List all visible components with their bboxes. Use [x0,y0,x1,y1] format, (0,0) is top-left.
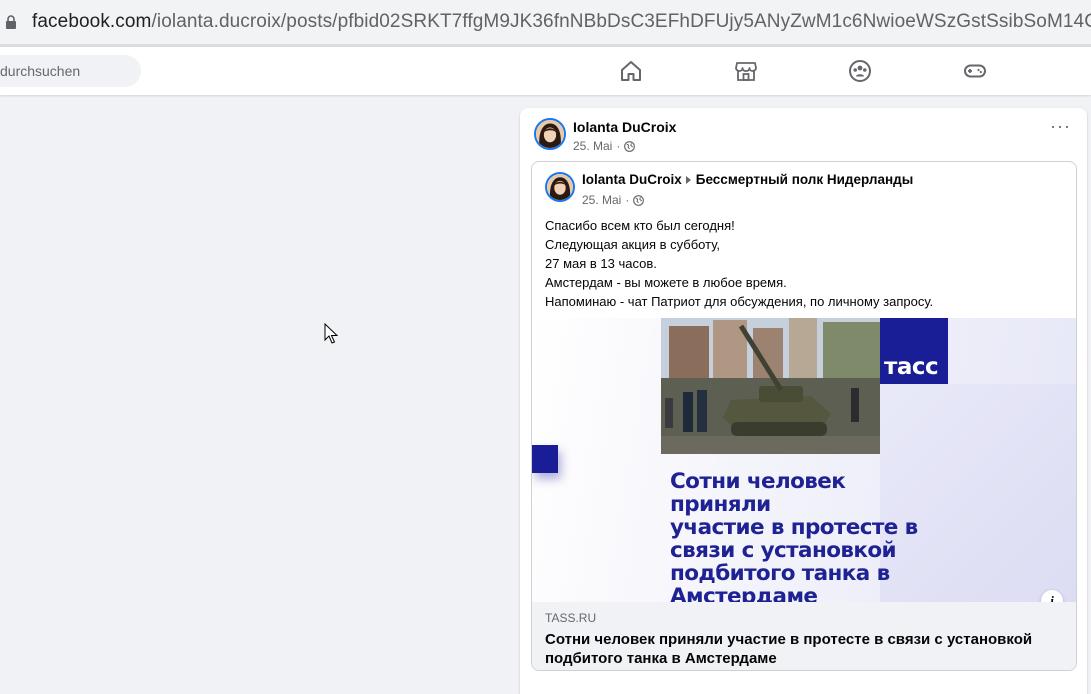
globe-icon [624,140,636,152]
post-meta: 25. Mai · [573,139,636,153]
link-title: Сотни человек приняли участие в протесте… [545,630,1065,668]
shared-author-line: Iolanta DuCroix Бессмертный полк Нидерлан… [582,172,913,187]
top-navigation: durchsuchen [0,47,1091,95]
shared-date[interactable]: 25. Mai [582,193,621,207]
link-preview-image[interactable]: тасс Сотни человек приняли участие в про… [532,318,1076,602]
post-date[interactable]: 25. Mai [573,139,612,153]
browser-address-bar[interactable]: facebook.com/iolanta.ducroix/posts/pfbid… [0,0,1091,44]
post-text-line: Амстердам - вы можете в любое время. [545,275,787,290]
link-domain: TASS.RU [545,611,597,625]
post-text-line: Спасибо всем кто был сегодня! [545,218,735,233]
post-text-line: Следующая акция в субботу, [545,237,721,252]
headline-line: связи с установкой [670,538,897,563]
url-host: facebook.com [32,11,152,32]
post-text: Спасибо всем кто был сегодня! Следующая … [545,216,933,311]
marketplace-icon[interactable] [734,59,758,83]
link-info[interactable]: TASS.RU Сотни человек приняли участие в … [532,602,1076,670]
search-input[interactable]: durchsuchen [0,55,141,87]
home-icon[interactable] [619,59,643,83]
arrow-right-icon [685,175,691,184]
shared-group[interactable]: Бессмертный полк Нидерланды [696,172,913,187]
preview-headline: Сотни человек приняли участие в протесте… [670,470,950,602]
link-title-line: подбитого танка в Амстердаме [545,650,777,667]
lock-icon [6,15,16,29]
post-text-line: Напоминаю - чат Патриот для обсуждения, … [545,294,934,309]
news-photo [661,318,880,454]
link-title-line: Сотни человек приняли участие в протесте… [545,631,1033,648]
groups-icon[interactable] [848,59,872,83]
url-text[interactable]: facebook.com/iolanta.ducroix/posts/pfbid… [32,11,1091,33]
avatar[interactable] [534,118,566,150]
shared-post: Iolanta DuCroix Бессмертный полк Нидерлан… [531,161,1077,671]
headline-line: подбитого танка в [670,561,890,586]
post-author[interactable]: Iolanta DuCroix [573,119,676,135]
headline-line: Сотни человек приняли [670,469,846,517]
preview-decor-square [532,445,558,473]
post-card: Iolanta DuCroix 25. Mai · ··· Iolanta Du… [520,108,1087,694]
more-options-button[interactable]: ··· [1050,117,1070,138]
search-placeholder: durchsuchen [0,63,81,79]
shared-meta: 25. Mai · [582,193,645,207]
tass-logo: тасс [884,354,939,380]
mouse-cursor-icon [324,323,338,344]
post-text-line: 27 мая в 13 часов. [545,256,657,271]
shared-author[interactable]: Iolanta DuCroix [582,172,682,187]
globe-icon [633,194,645,206]
url-path: /iolanta.ducroix/posts/pfbid02SRKT7ffgM9… [151,11,1091,32]
gaming-icon[interactable] [963,59,987,83]
headline-line: Амстердаме [670,584,818,602]
headline-line: участие в протесте в [670,515,918,540]
shared-avatar[interactable] [545,172,575,202]
